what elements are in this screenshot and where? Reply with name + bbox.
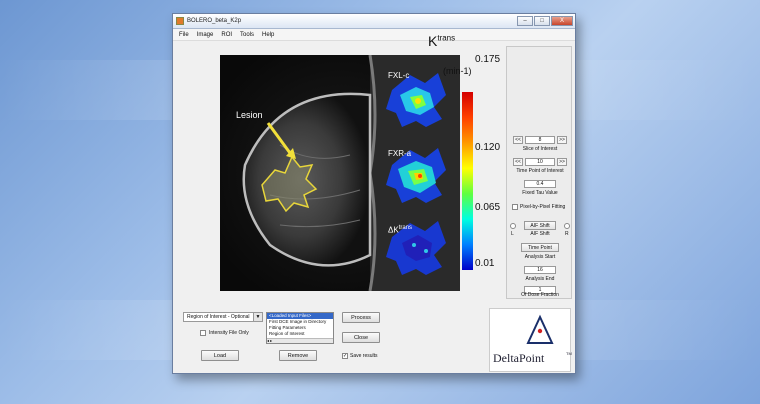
list-horizontal-scrollbar[interactable]: ◂ ▸ [267, 338, 333, 343]
app-window: BOLERO_beta_K2p – □ X File Image ROI Too… [172, 13, 576, 374]
analysis-end-input[interactable]: 16 [524, 266, 556, 274]
minimize-button[interactable]: – [517, 16, 533, 26]
time-decrement-button[interactable]: << [513, 158, 523, 166]
aif-shift-label: AIF Shift [530, 231, 550, 237]
menu-roi[interactable]: ROI [221, 32, 232, 38]
deltapoint-logo: DeltaPoint TM [489, 308, 572, 372]
parameter-panel: << 8 >> Slice of Interest << 10 >> Time … [506, 46, 572, 299]
menu-bar: File Image ROI Tools Help [173, 29, 575, 41]
lesion-label: Lesion [236, 110, 263, 120]
roi-dropdown[interactable]: Region of Interest - Optional ▼ [183, 312, 263, 322]
time-increment-button[interactable]: >> [557, 158, 567, 166]
remove-button[interactable]: Remove [279, 350, 317, 361]
delta-triangle-icon [526, 314, 554, 344]
fxr-a-label: FXR-a [388, 149, 412, 158]
tau-label: Fixed Tau Value [522, 190, 558, 196]
pixel-fitting-checkbox[interactable] [512, 204, 518, 210]
delta-ktrans-label: ΔKtrans [388, 225, 413, 235]
colorbar-tick-0065: 0.065 [475, 202, 501, 213]
input-files-list[interactable]: <Loaded Input Files> First DCE Image in … [266, 312, 334, 344]
menu-image[interactable]: Image [197, 32, 214, 38]
fxl-c-label: FXL-c [388, 71, 410, 80]
save-results-label: Save results [350, 353, 378, 359]
slice-label: Slice of Interest [522, 146, 558, 152]
window-controls: – □ X [517, 16, 573, 26]
logo-trademark: TM [566, 351, 572, 356]
dose-fraction-label: Of Dose Fraction [521, 292, 559, 298]
logo-wordmark: DeltaPoint [493, 351, 545, 365]
analysis-start-label: Analysis Start [524, 254, 556, 260]
load-button[interactable]: Load [201, 350, 239, 361]
process-button[interactable]: Process [342, 312, 380, 323]
colorbar-tick-0120: 0.120 [475, 142, 501, 153]
time-point-button[interactable]: Time Point [521, 243, 559, 252]
window-title: BOLERO_beta_K2p [187, 18, 242, 24]
menu-tools[interactable]: Tools [240, 32, 254, 38]
slice-increment-button[interactable]: >> [557, 136, 567, 144]
menu-file[interactable]: File [179, 32, 189, 38]
slice-stepper: << 8 >> [513, 136, 567, 144]
colorbar-tick-001: 0.01 [475, 258, 495, 269]
colorbar-title: Ktrans [428, 33, 456, 49]
tau-input[interactable]: 0.4 [524, 180, 556, 188]
aif-left-radio[interactable] [510, 223, 516, 229]
aif-shift-button[interactable]: AIF Shift [524, 221, 556, 230]
pixel-fitting-label: Pixel-by-Pixel Fitting [520, 204, 566, 210]
mri-image-panel: Lesion FXL-c FXR-a ΔKtrans [220, 55, 460, 291]
title-bar: BOLERO_beta_K2p – □ X [173, 14, 575, 29]
maximize-button[interactable]: □ [534, 16, 550, 26]
analysis-end-label: Analysis End [525, 276, 555, 282]
slice-decrement-button[interactable]: << [513, 136, 523, 144]
close-button[interactable]: Close [342, 332, 380, 343]
time-stepper: << 10 >> [513, 158, 567, 166]
menu-help[interactable]: Help [262, 32, 274, 38]
intensity-file-label: Intensity File Only [209, 330, 249, 336]
slice-input[interactable]: 8 [525, 136, 555, 144]
chevron-down-icon[interactable]: ▼ [253, 313, 262, 321]
colorbar [462, 92, 473, 270]
aif-right-radio[interactable] [564, 223, 570, 229]
colorbar-units: (min-1) [443, 66, 472, 76]
close-window-button[interactable]: X [551, 16, 573, 26]
time-label: Time Point of Interest [516, 168, 564, 174]
roi-dropdown-value: Region of Interest - Optional [187, 314, 250, 320]
mri-image [220, 55, 460, 291]
colorbar-tick-0175: 0.175 [475, 54, 501, 65]
time-input[interactable]: 10 [525, 158, 555, 166]
save-results-checkbox[interactable]: ✓ [342, 353, 348, 359]
matlab-app-icon [176, 17, 184, 25]
intensity-file-checkbox[interactable] [200, 330, 206, 336]
list-item[interactable]: Region of Interest [267, 331, 333, 337]
